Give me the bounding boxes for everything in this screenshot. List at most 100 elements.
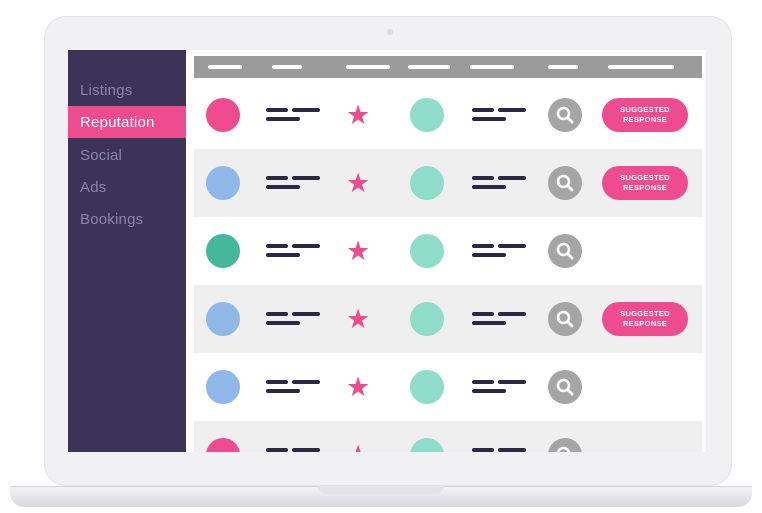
badge-label: SUGGESTED xyxy=(620,173,670,182)
placeholder-line xyxy=(472,448,494,452)
star-icon: ★ xyxy=(346,440,370,452)
placeholder-line xyxy=(292,380,320,384)
search-icon[interactable] xyxy=(548,234,582,268)
sidebar-item-label: Ads xyxy=(80,178,107,196)
sidebar-item-social[interactable]: Social xyxy=(68,139,186,171)
star-icon: ★ xyxy=(346,168,371,198)
table-row[interactable]: ★ SUGGESTED RESPONSE xyxy=(194,285,702,353)
search-icon[interactable] xyxy=(548,370,582,404)
placeholder-line xyxy=(472,253,506,257)
placeholder-line xyxy=(266,108,288,112)
column-header-placeholder xyxy=(608,65,674,69)
text-placeholder-lines xyxy=(266,106,322,126)
placeholder-line xyxy=(498,380,526,384)
badge-label: SUGGESTED xyxy=(620,105,670,114)
text-placeholder-lines xyxy=(266,446,322,452)
placeholder-line xyxy=(266,321,300,325)
placeholder-line xyxy=(266,448,288,452)
badge-label: RESPONSE xyxy=(622,183,668,192)
sidebar-item-label: Bookings xyxy=(80,210,144,228)
table-row[interactable]: ★ xyxy=(194,217,702,285)
placeholder-line xyxy=(498,244,526,248)
placeholder-line xyxy=(266,253,300,257)
text-placeholder-lines xyxy=(472,446,528,452)
sidebar: Listings Reputation Social Ads Bookings xyxy=(68,50,186,452)
camera-icon xyxy=(387,29,393,35)
placeholder-line xyxy=(266,176,288,180)
sidebar-item-label: Listings xyxy=(80,81,133,99)
column-header-placeholder xyxy=(470,65,514,69)
sidebar-item-bookings[interactable]: Bookings xyxy=(68,203,186,235)
placeholder-line xyxy=(498,448,526,452)
status-dot xyxy=(410,302,444,336)
sidebar-item-reputation[interactable]: Reputation xyxy=(68,106,186,138)
text-placeholder-lines xyxy=(266,310,322,330)
placeholder-line xyxy=(498,108,526,112)
placeholder-line xyxy=(292,244,320,248)
placeholder-line xyxy=(472,108,494,112)
placeholder-line xyxy=(472,176,494,180)
search-icon[interactable] xyxy=(548,166,582,200)
placeholder-line xyxy=(472,185,506,189)
column-header-placeholder xyxy=(272,65,302,69)
search-icon[interactable] xyxy=(548,302,582,336)
sidebar-item-label: Social xyxy=(80,146,123,164)
placeholder-line xyxy=(266,380,288,384)
badge-label: RESPONSE xyxy=(622,115,668,124)
table-row[interactable]: ★ SUGGESTED RESPONSE xyxy=(194,149,702,217)
sidebar-item-listings[interactable]: Listings xyxy=(68,74,186,106)
text-placeholder-lines xyxy=(266,242,322,262)
sidebar-item-label: Reputation xyxy=(80,113,155,131)
placeholder-line xyxy=(266,389,300,393)
avatar xyxy=(206,234,240,268)
text-placeholder-lines xyxy=(472,310,528,330)
text-placeholder-lines xyxy=(472,106,528,126)
suggested-response-button[interactable]: SUGGESTED RESPONSE xyxy=(602,166,688,200)
text-placeholder-lines xyxy=(266,378,322,398)
avatar xyxy=(206,438,240,452)
status-dot xyxy=(410,438,444,452)
placeholder-line xyxy=(472,117,506,121)
badge-label: RESPONSE xyxy=(622,319,668,328)
table-row[interactable]: ★ SUGGESTED RESPONSE xyxy=(194,81,702,149)
star-icon: ★ xyxy=(346,304,371,334)
sidebar-item-ads[interactable]: Ads xyxy=(68,171,186,203)
placeholder-line xyxy=(498,176,526,180)
badge-label: SUGGESTED xyxy=(620,309,670,318)
status-dot xyxy=(410,370,444,404)
placeholder-line xyxy=(292,312,320,316)
placeholder-line xyxy=(498,312,526,316)
placeholder-line xyxy=(292,176,320,180)
star-icon: ★ xyxy=(346,372,371,402)
placeholder-line xyxy=(472,380,494,384)
placeholder-line xyxy=(266,312,288,316)
text-placeholder-lines xyxy=(472,174,528,194)
placeholder-line xyxy=(472,321,506,325)
text-placeholder-lines xyxy=(472,378,528,398)
table-header xyxy=(194,56,702,78)
table-row[interactable]: ★ xyxy=(194,421,702,452)
placeholder-line xyxy=(292,448,320,452)
text-placeholder-lines xyxy=(472,242,528,262)
status-dot xyxy=(410,98,444,132)
star-icon: ★ xyxy=(346,100,371,130)
avatar xyxy=(206,166,240,200)
status-dot xyxy=(410,234,444,268)
column-header-placeholder xyxy=(346,65,390,69)
reviews-table: ★ SUGGESTED RESPONSE ★ SUGGESTED RESPONSE ★ ★ SU… xyxy=(186,50,706,452)
avatar xyxy=(206,98,240,132)
table-row[interactable]: ★ xyxy=(194,353,702,421)
suggested-response-button[interactable]: SUGGESTED RESPONSE xyxy=(602,98,688,132)
app-screen: Listings Reputation Social Ads Bookings … xyxy=(68,50,706,452)
search-icon[interactable] xyxy=(548,438,582,452)
column-header-placeholder xyxy=(208,65,242,69)
search-icon[interactable] xyxy=(548,98,582,132)
placeholder-line xyxy=(266,185,300,189)
placeholder-line xyxy=(266,117,300,121)
laptop-hinge-notch xyxy=(318,486,444,494)
placeholder-line xyxy=(292,108,320,112)
text-placeholder-lines xyxy=(266,174,322,194)
status-dot xyxy=(410,166,444,200)
suggested-response-button[interactable]: SUGGESTED RESPONSE xyxy=(602,302,688,336)
avatar xyxy=(206,302,240,336)
